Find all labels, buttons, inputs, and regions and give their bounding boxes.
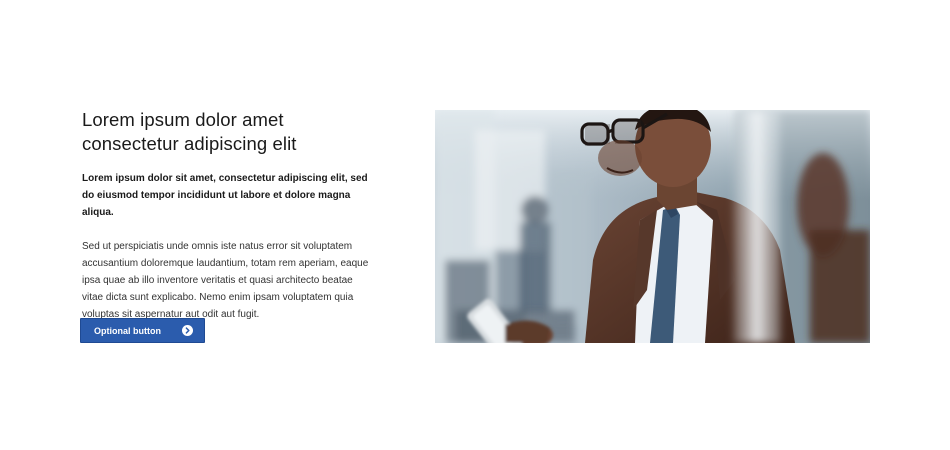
lead-paragraph: Lorem ipsum dolor sit amet, consectetur …: [82, 173, 368, 218]
man-with-phone-illustration: [435, 110, 870, 343]
section-headline: Lorem ipsum dolor amet consectetur adipi…: [82, 109, 297, 154]
optional-button-label: Optional button: [94, 325, 161, 336]
chevron-right-circle-icon: [182, 325, 193, 336]
optional-button[interactable]: Optional button: [80, 318, 205, 343]
content-section: Lorem ipsum dolor amet consectetur adipi…: [0, 0, 950, 450]
text-column: Lorem ipsum dolor amet consectetur adipi…: [82, 108, 372, 323]
hero-photo: [435, 110, 870, 343]
body-paragraph: Sed ut perspiciatis unde omnis iste natu…: [82, 241, 369, 320]
